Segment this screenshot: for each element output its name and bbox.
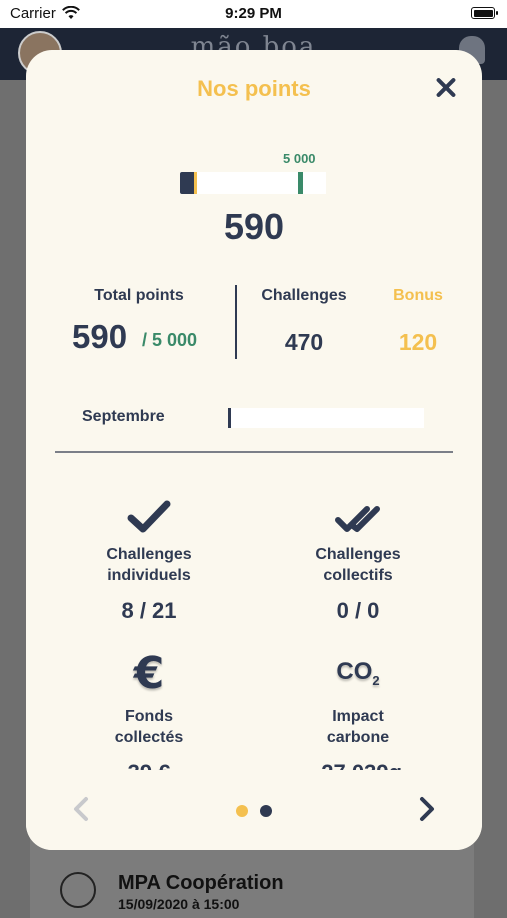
progress-goal-marker	[298, 172, 303, 194]
battery-icon	[471, 7, 498, 19]
progress-fill	[180, 172, 198, 194]
page-dot[interactable]	[260, 805, 272, 817]
collective-challenges-card: Challenges collectifs 0 / 0	[268, 492, 448, 624]
individual-challenges-card: Challenges individuels 8 / 21	[59, 492, 239, 624]
co2-icon: CO2	[336, 658, 380, 688]
month-progress-fill	[228, 408, 231, 428]
card-label-line1: Impact	[332, 708, 384, 725]
stats-divider	[235, 285, 237, 359]
card-label-line2: collectifs	[323, 567, 393, 584]
funds-collected-card: € Fonds collectés 39 €	[59, 648, 239, 786]
event-card-date: 15/09/2020 à 15:00	[118, 896, 240, 912]
card-label-line2: individuels	[107, 567, 191, 584]
progress-goal-label: 5 000	[283, 151, 316, 166]
points-modal: Nos points 5 000 590 Total points 590 / …	[26, 50, 482, 850]
clock: 9:29 PM	[225, 5, 282, 22]
page-dot-active[interactable]	[236, 805, 248, 817]
double-checkmark-icon	[268, 492, 448, 534]
bonus-value: 120	[398, 329, 438, 355]
close-icon[interactable]	[432, 74, 460, 102]
modal-title: Nos points	[197, 76, 311, 101]
month-label: Septembre	[82, 408, 165, 425]
month-progress-bar	[228, 408, 424, 428]
checkmark-icon	[59, 492, 239, 534]
card-label-line2: collectés	[114, 729, 184, 746]
card-label-line1: Challenges	[106, 546, 192, 563]
chevron-left-icon[interactable]	[70, 796, 94, 822]
challenges-value: 470	[284, 329, 324, 355]
event-card[interactable]: MPA Coopération 15/09/2020 à 15:00	[30, 838, 474, 918]
card-label-line2: carbone	[326, 729, 390, 746]
card-label-line1: Challenges	[315, 546, 401, 563]
points-value: 590	[223, 206, 285, 247]
total-points-value: 590	[72, 318, 128, 355]
event-card-title: MPA Coopération	[118, 872, 284, 894]
carbon-impact-card: CO2 Impact carbone -27 039g	[268, 654, 448, 786]
card-label-line1: Fonds	[125, 708, 173, 725]
card-value: 8 / 21	[121, 598, 177, 623]
card-value: 0 / 0	[336, 598, 380, 623]
bonus-label: Bonus	[393, 287, 443, 304]
status-bar: Carrier 9:29 PM	[0, 0, 507, 28]
section-divider	[55, 451, 453, 453]
total-points-label: Total points	[94, 287, 184, 304]
chevron-right-icon[interactable]	[414, 796, 438, 822]
challenges-label: Challenges	[261, 287, 347, 304]
euro-icon: €	[133, 648, 165, 699]
page-indicator	[234, 805, 274, 817]
points-progress-bar	[180, 172, 326, 194]
organization-icon	[60, 872, 96, 908]
total-points-max: / 5 000	[142, 330, 198, 350]
